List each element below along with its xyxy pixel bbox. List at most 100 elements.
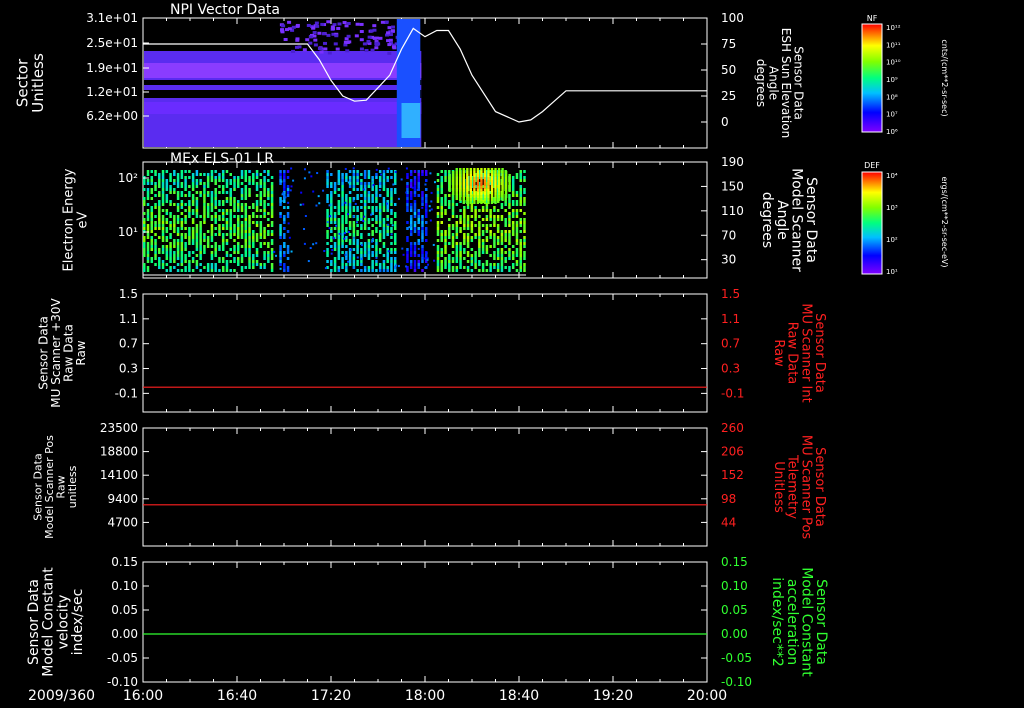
spectrogram-cell [352,233,356,236]
spectrogram-cell-hot [473,195,476,198]
spectrogram-cell [165,251,169,254]
spectrogram-cell [448,200,451,203]
spectrogram-cell [470,263,474,266]
spectrogram-cell-hot [483,171,487,174]
spectrogram-cell [366,39,371,43]
spectrogram-cell [386,260,389,263]
spectrogram-cell [500,257,504,260]
spectrogram-cell [143,221,146,224]
spectrogram-cell [371,224,374,227]
spectrogram-cell [188,254,191,257]
spectrogram-cell [283,188,286,191]
spectrogram-cell [286,176,290,179]
spectrogram-cell [286,245,290,248]
spectrogram-cell [180,203,184,206]
axis-label-line: eV [75,211,90,228]
spectrogram-cell [210,230,214,233]
spectrogram-cell [481,263,485,266]
spectrogram-cell-hot [476,183,480,186]
spectrogram-cell [367,185,371,188]
spectrogram-cell [386,194,389,197]
spectrogram-cell [237,176,240,179]
spectrogram-cell [500,230,504,233]
spectrogram-cell [348,263,352,266]
spectrogram-cell [515,269,519,272]
spectrogram-cell [386,266,389,269]
spectrogram-cell [424,266,427,269]
spectrogram-cell [421,221,424,224]
spectrogram-cell [440,236,444,239]
spectrogram-cell-hot [459,186,462,189]
spectrogram-cell [184,218,187,221]
spectrogram-cell [263,203,266,206]
spectrogram-cell [417,239,420,242]
spectrogram-cell [504,245,507,248]
colorbar-label: NF [867,14,878,23]
spectrogram-cell [191,233,195,236]
spectrogram-cell [333,233,337,236]
spectrogram-cell [237,230,240,233]
spectrogram-cell [218,245,221,248]
spectrogram-cell-hot [480,192,483,195]
spectrogram-cell [233,185,236,188]
spectrogram-cell [199,194,202,197]
spectrogram-cell [150,188,154,191]
spectrogram-cell [180,263,184,266]
spectrogram-cell [302,203,305,206]
spectrogram-cell [371,209,374,212]
spectrogram-cell [496,239,500,242]
spectrogram-cell [481,224,485,227]
spectrogram-cell [330,212,333,215]
spectrogram-cell [270,203,274,206]
spectrogram-cell [184,248,187,251]
spectrogram-cell [348,242,352,245]
spectrogram-cell [421,245,424,248]
spectrogram-cell [356,269,359,272]
spectrogram-cell [161,233,165,236]
spectrogram-cell-hot [490,186,494,189]
spectrogram-cell [199,224,202,227]
spectrogram-cell [390,248,393,251]
spectrogram-cell [184,233,187,236]
spectrogram-cell [263,230,266,233]
spectrogram-cell-hot [462,198,465,201]
spectrogram-cell [405,167,408,170]
spectrogram-cell [352,167,355,170]
spectrogram-cell [380,173,383,176]
spectrogram-cell [493,266,496,269]
spectrogram-cell-hot [480,177,483,180]
spectrogram-cell [184,266,187,269]
spectrogram-cell [409,263,413,266]
spectrogram-cell [191,239,195,242]
spectrogram-cell [406,200,409,203]
spectrogram-cell [466,251,470,254]
spectrogram-cell [371,251,374,254]
spectrogram-cell [408,226,411,229]
spectrogram-cell [390,29,395,33]
spectrogram-cell [210,179,214,182]
spectrogram-cell [387,250,390,253]
spectrogram-cell [485,236,489,239]
spectrogram-cell [500,269,504,272]
spectrogram-cell [283,173,286,176]
spectrogram-cell [393,233,397,236]
spectrogram-cell-hot [494,195,497,198]
spectrogram-cell [500,254,504,257]
spectrogram-cell [270,206,274,209]
spectrogram-cell [363,176,367,179]
spectrogram-cell [337,209,341,212]
spectrogram-cell [259,236,263,239]
spectrogram-cell [333,221,337,224]
spectrogram-cell [330,239,333,242]
spectrogram-cell [263,170,266,173]
spectrogram-cell [362,42,367,46]
spectrogram-cell [161,227,165,230]
spectrogram-cell [496,257,500,260]
spectrogram-cell [436,173,440,176]
spectrogram-cell [330,221,333,224]
spectrogram-cell [356,170,359,173]
spectrogram-cell [367,170,371,173]
spectrogram-cell [421,230,424,233]
spectrogram-cell [218,248,221,251]
spectrogram-cell [210,236,214,239]
